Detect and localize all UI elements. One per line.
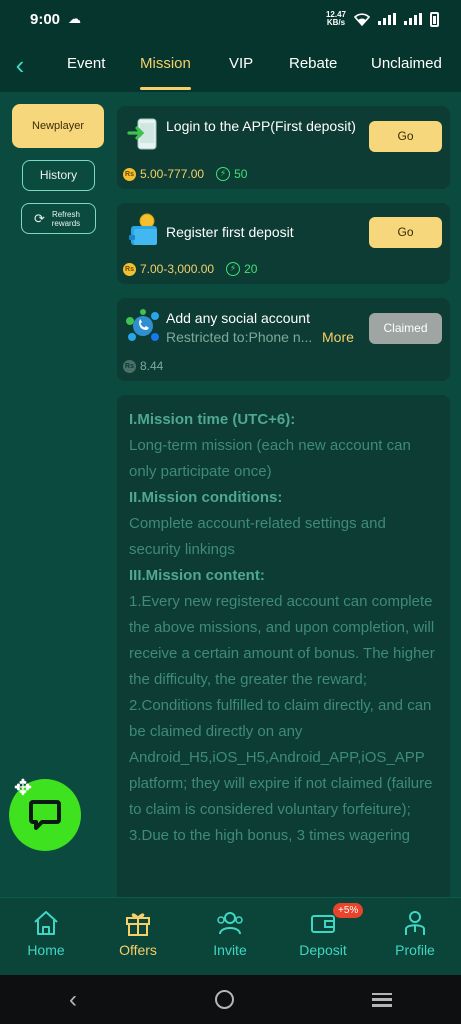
back-arrow-icon[interactable]: ‹ (0, 38, 40, 92)
nav-offers-label: Offers (119, 942, 157, 958)
rupee-coin-icon: Rs (123, 167, 136, 181)
bottom-nav-bar: Home Offers Invite +5% Deposit Profile (0, 897, 461, 975)
deposit-bonus-badge: +5% (333, 903, 364, 918)
top-tab-bar: ‹ Event Mission VIP Rebate Unclaimed (0, 38, 461, 92)
phone-login-icon (127, 118, 157, 150)
go-button[interactable]: Go (369, 121, 442, 152)
mission-card-first-deposit: Register first deposit Go Rs 7.00-3,000.… (117, 203, 450, 284)
mission-restriction: Restricted to:Phone n... (166, 329, 313, 345)
signal-icon-1 (378, 13, 396, 25)
go-button[interactable]: Go (369, 217, 442, 248)
nav-profile-label: Profile (395, 942, 435, 958)
lightning-icon: ⚡ (226, 262, 241, 276)
tab-vip[interactable]: VIP (229, 38, 253, 92)
mission-card-social-account: Add any social account Restricted to:Pho… (117, 298, 450, 381)
mission-reward: Rs 8.44 (123, 359, 163, 373)
claimed-button[interactable]: Claimed (369, 313, 442, 344)
rules-text: 1.Every new registered account can compl… (129, 593, 435, 688)
status-bar: 9:00 ☁ 12.47 KB/s (0, 0, 461, 38)
rupee-coin-icon: Rs (123, 359, 136, 373)
nav-deposit[interactable]: +5% Deposit (283, 903, 364, 958)
wallet-coin-icon (129, 213, 157, 245)
rules-text: 2.Conditions fulfilled to claim directly… (129, 697, 433, 818)
nav-offers[interactable]: Offers (98, 908, 178, 958)
mission-card-login: Login to the APP(First deposit) Go Rs 5.… (117, 106, 450, 189)
signal-icon-2 (404, 13, 422, 25)
tab-unclaimed[interactable]: Unclaimed (371, 38, 442, 92)
tab-mission[interactable]: Mission (140, 38, 191, 92)
system-back-icon[interactable]: ‹ (69, 986, 77, 1014)
rules-heading-time: I.Mission time (UTC+6): (129, 411, 296, 428)
nav-invite-label: Invite (213, 942, 247, 958)
nav-home[interactable]: Home (6, 908, 86, 958)
reward-range: 7.00-3,000.00 (140, 262, 215, 276)
more-link[interactable]: More (322, 329, 354, 345)
profile-icon (375, 908, 455, 938)
mission-reward: Rs 7.00-3,000.00 ⚡ 20 (123, 262, 257, 276)
nav-invite[interactable]: Invite (190, 908, 270, 958)
rules-text: Long-term mission (each new account can … (129, 437, 411, 480)
battery-icon (430, 11, 439, 27)
network-speed: 12.47 KB/s (325, 10, 346, 27)
invite-users-icon (190, 908, 270, 938)
refresh-rewards-button[interactable]: ⟳ Refresh rewards (21, 203, 96, 234)
rules-heading-conditions: II.Mission conditions: (129, 489, 283, 506)
rules-text: 3.Due to the high bonus, 3 times wagerin… (129, 827, 411, 844)
status-time: 9:00 (30, 10, 61, 28)
home-icon (6, 908, 86, 938)
mission-title: Login to the APP(First deposit) (166, 118, 356, 134)
system-recents-icon[interactable] (372, 992, 392, 1007)
move-handle-icon[interactable]: ✥ (8, 773, 38, 803)
mission-reward: Rs 5.00-777.00 ⚡ 50 (123, 167, 247, 181)
history-button[interactable]: History (22, 160, 95, 191)
reward-range: 5.00-777.00 (140, 167, 205, 181)
mission-rules-panel: I.Mission time (UTC+6): Long-term missio… (117, 395, 450, 905)
nav-profile[interactable]: Profile (375, 908, 455, 958)
status-indicators: 12.47 KB/s (326, 11, 439, 27)
cloud-icon: ☁ (68, 11, 82, 26)
system-home-icon[interactable] (215, 990, 234, 1009)
social-network-icon (126, 309, 159, 341)
nav-home-label: Home (27, 942, 65, 958)
tab-event[interactable]: Event (67, 38, 105, 92)
reward-points: 50 (234, 167, 248, 181)
mission-title: Register first deposit (166, 224, 294, 240)
reward-points: 20 (244, 262, 258, 276)
refresh-rewards-label: Refresh rewards (51, 209, 81, 228)
mission-title: Add any social account (166, 310, 310, 326)
newplayer-button[interactable]: Newplayer (12, 104, 104, 148)
wifi-icon (354, 12, 370, 26)
rules-text: Complete account-related settings and se… (129, 515, 386, 558)
chat-bubble-icon (29, 800, 61, 830)
nav-deposit-label: Deposit (299, 942, 347, 958)
rules-heading-content: III.Mission content: (129, 567, 265, 584)
lightning-icon: ⚡ (216, 167, 231, 181)
reward-amount: 8.44 (140, 359, 164, 373)
rupee-coin-icon: Rs (123, 262, 136, 276)
gift-icon (98, 908, 178, 938)
tab-rebate[interactable]: Rebate (289, 38, 337, 92)
refresh-icon: ⟳ (34, 211, 45, 226)
system-navigation-bar: ‹ (0, 975, 461, 1024)
